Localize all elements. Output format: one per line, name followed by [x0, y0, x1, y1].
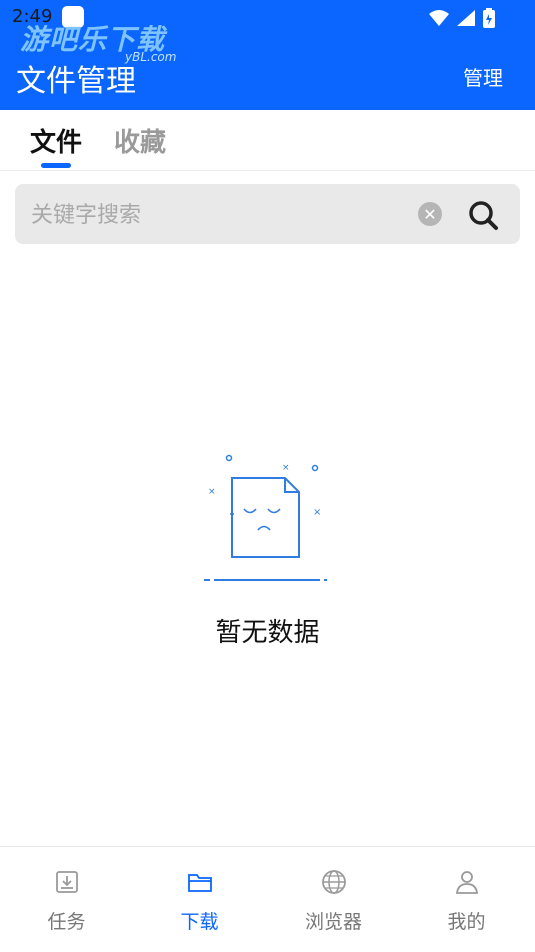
app-header: 2:49 游吧乐下载 yBL.com 文件管理 管理 [0, 0, 535, 110]
empty-document-icon: × × × [204, 454, 327, 581]
page-title: 文件管理 [16, 64, 136, 99]
nav-label-mine: 我的 [447, 911, 486, 933]
manage-button[interactable]: 管理 [463, 62, 503, 91]
nav-item-browser[interactable]: 浏览器 [267, 847, 400, 952]
svg-text:×: × [282, 463, 290, 473]
empty-state-message: 暂无数据 [215, 618, 320, 648]
bottom-nav: 任务 下载 浏览器 我的 [0, 846, 535, 952]
battery-icon [483, 8, 495, 28]
svg-text:×: × [208, 487, 216, 497]
folder-icon [188, 874, 212, 892]
nav-item-tasks[interactable]: 任务 [0, 847, 133, 952]
nav-label-tasks: 任务 [47, 911, 86, 933]
svg-text:×: × [313, 507, 321, 518]
nav-item-mine[interactable]: 我的 [400, 847, 533, 952]
download-tray-icon [56, 871, 78, 893]
tab-files[interactable]: 文件 [30, 122, 82, 159]
tab-indicator [41, 163, 71, 168]
clear-icon[interactable]: ✕ [418, 202, 442, 226]
search-bar: ✕ [15, 184, 520, 244]
nav-label-browser: 浏览器 [304, 911, 362, 933]
profile-icon [455, 871, 479, 894]
status-icons [429, 8, 495, 28]
nav-item-download[interactable]: 下载 [133, 847, 266, 952]
search-icon[interactable] [466, 198, 500, 232]
globe-icon [322, 870, 346, 894]
nav-label-download: 下载 [180, 911, 219, 933]
wifi-icon [429, 10, 449, 26]
tab-bar: 文件 收藏 [0, 110, 535, 171]
tab-favorites[interactable]: 收藏 [114, 122, 166, 159]
search-input[interactable] [29, 198, 393, 232]
signal-icon [457, 10, 475, 26]
status-bar: 2:49 游吧乐下载 yBL.com [0, 0, 535, 64]
